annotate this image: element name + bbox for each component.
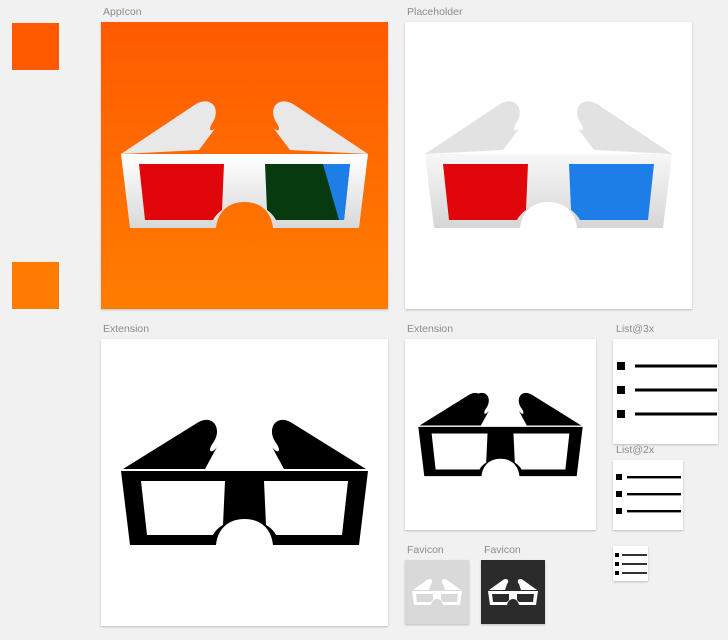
favicon-dark-artboard[interactable] (481, 560, 545, 624)
placeholder-label: Placeholder (407, 6, 463, 18)
list3x-label: List@3x (616, 323, 655, 335)
3d-glasses-glyph-icon (121, 419, 368, 545)
favicon-light-label: Favicon (407, 544, 444, 556)
list1x-artboard[interactable] (613, 546, 648, 581)
swatch-orange-top[interactable] (12, 23, 59, 70)
appicon-artboard[interactable] (101, 22, 388, 309)
extension-small-label: Extension (407, 323, 454, 335)
swatch-orange-bottom[interactable] (12, 262, 59, 309)
3d-glasses-glyph-icon (418, 392, 583, 477)
extension-large-label: Extension (103, 323, 150, 335)
3d-glasses-color-icon (425, 101, 672, 228)
list3x-artboard[interactable] (613, 339, 718, 444)
favicon-light-artboard[interactable] (405, 560, 469, 624)
list-icon (617, 362, 717, 418)
extension-large-artboard[interactable] (101, 339, 388, 626)
favicon-dark-label: Favicon (484, 544, 521, 556)
appicon-label: AppIcon (103, 6, 142, 18)
3d-glasses-outline-icon (412, 578, 462, 605)
extension-small-artboard[interactable] (405, 339, 596, 530)
3d-glasses-outline-icon (488, 578, 538, 605)
placeholder-artboard[interactable] (405, 22, 692, 309)
list2x-artboard[interactable] (613, 460, 683, 530)
list-icon (615, 553, 647, 575)
3d-glasses-color-icon (101, 22, 388, 309)
list-icon (616, 474, 681, 514)
list2x-label: List@2x (616, 444, 655, 456)
